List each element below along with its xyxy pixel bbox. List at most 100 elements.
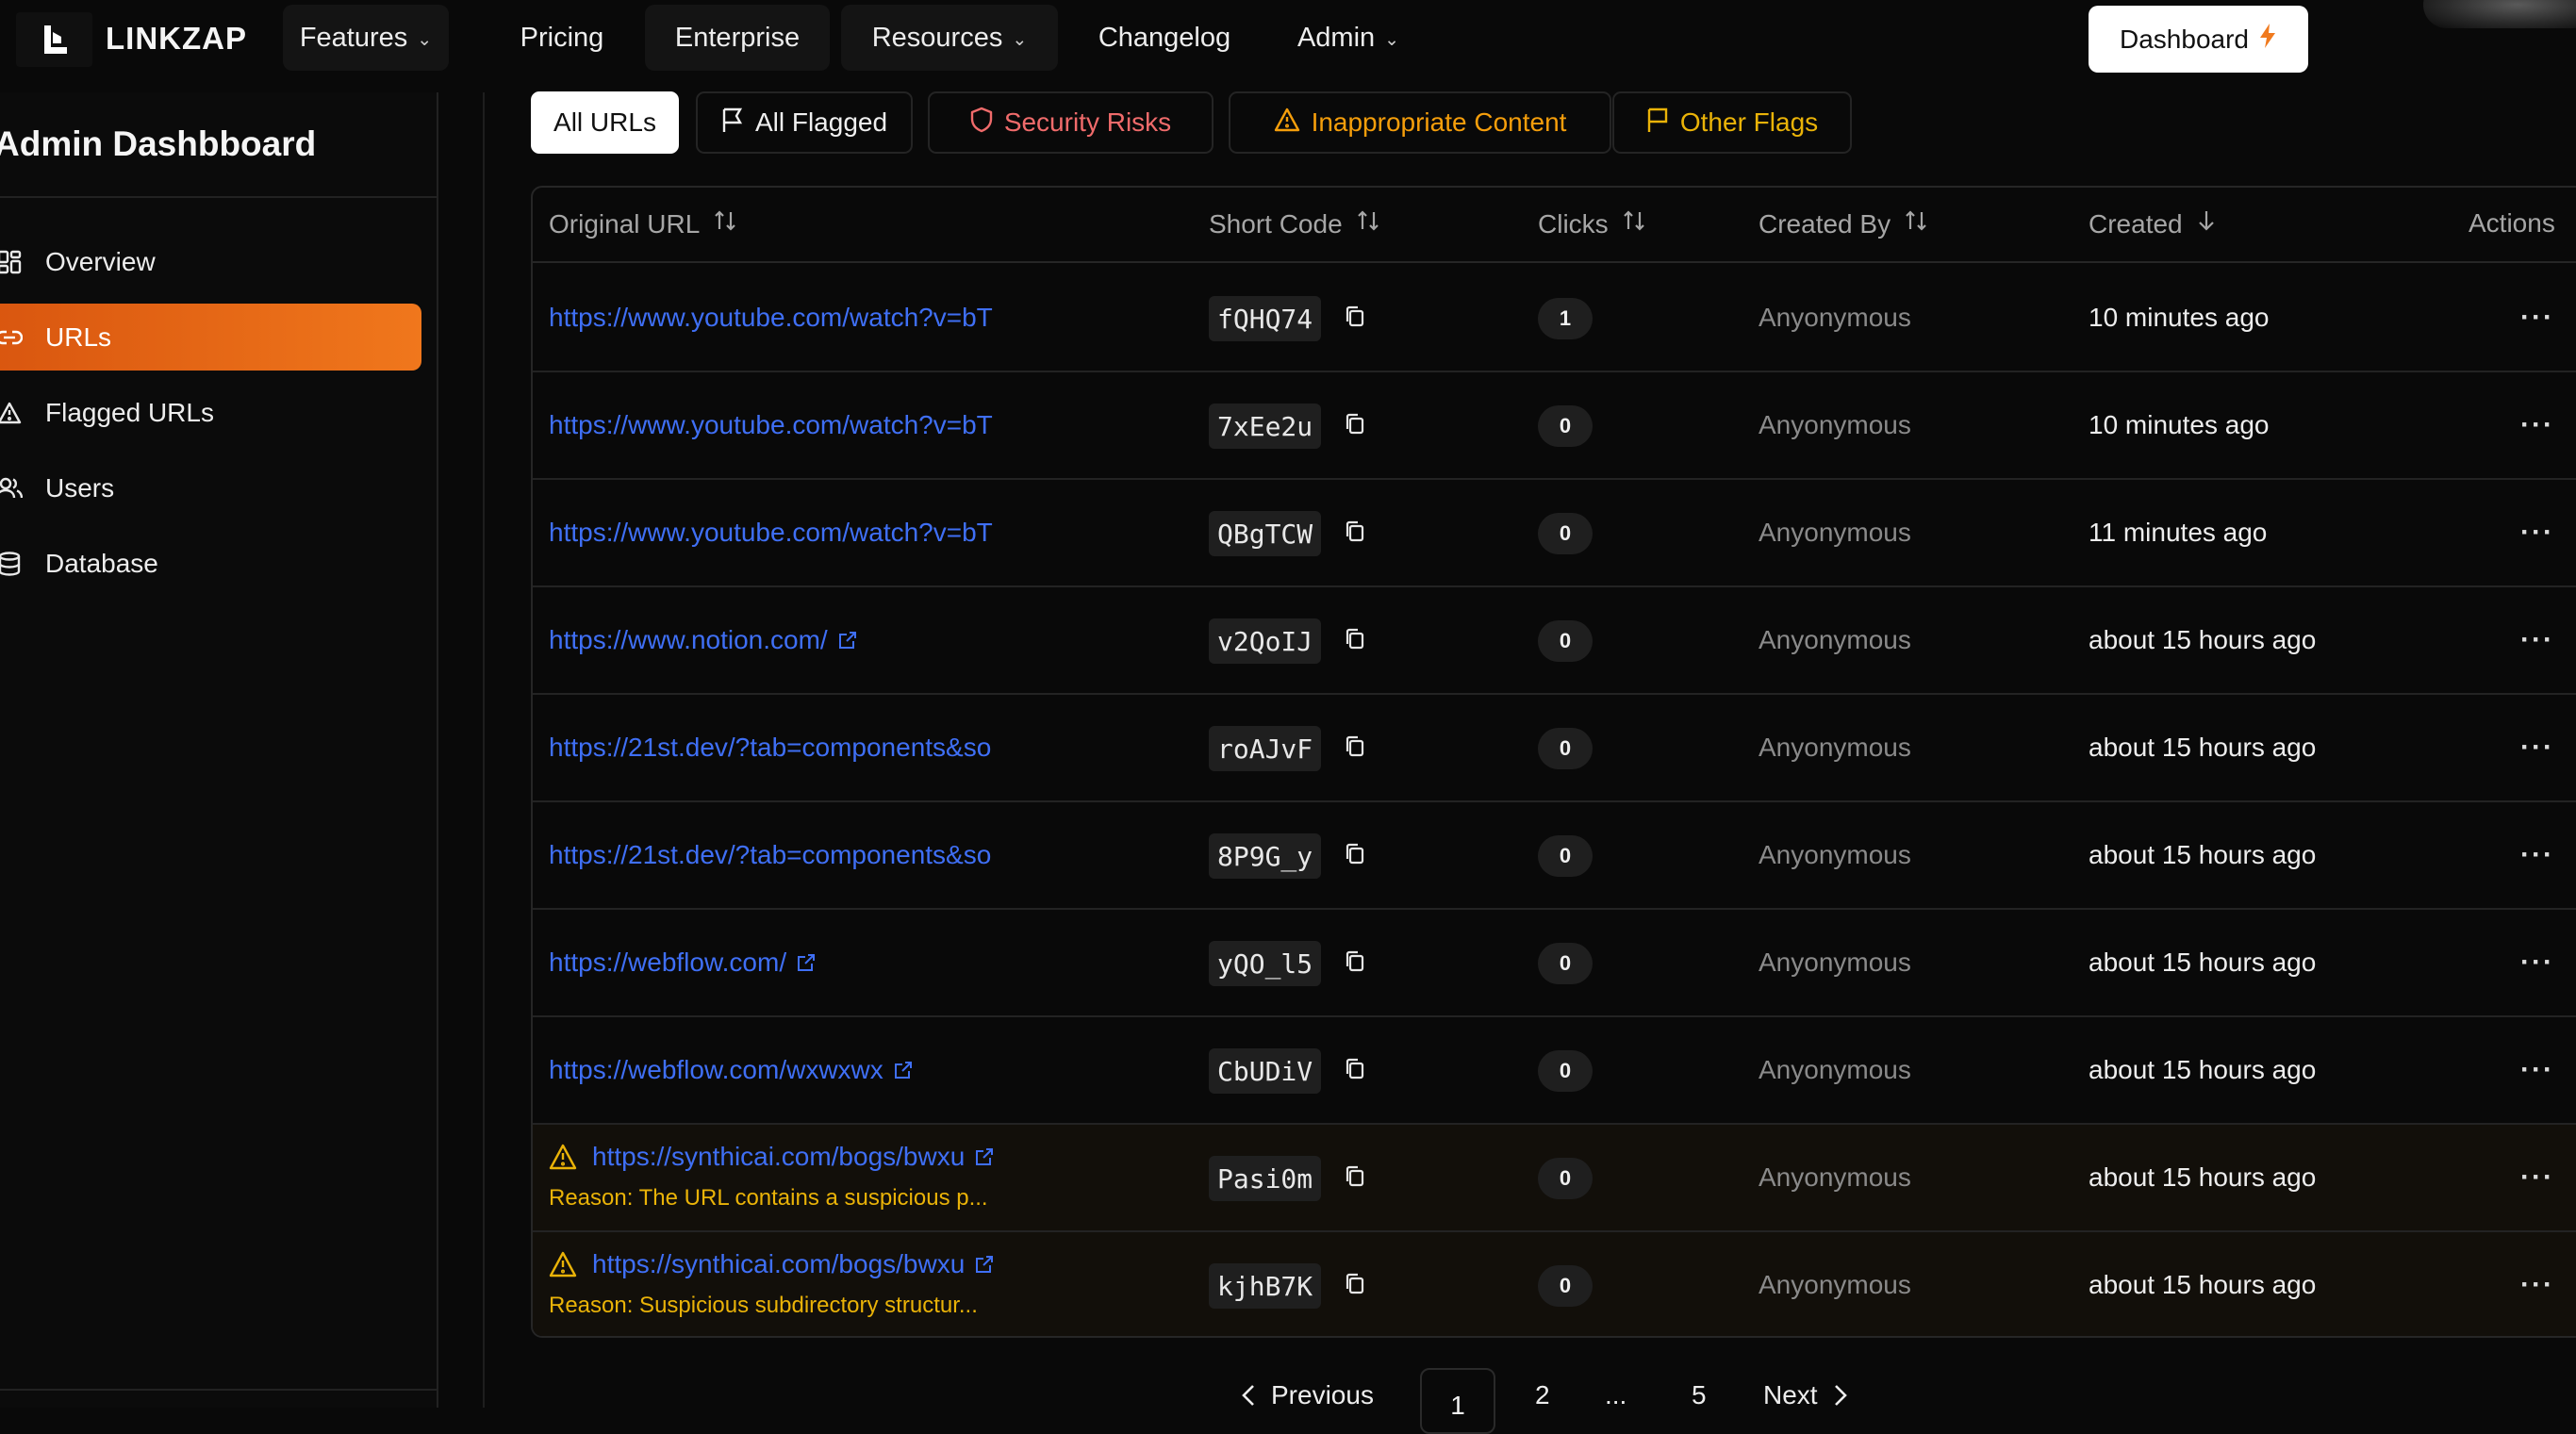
short-code: 7xEe2u: [1209, 404, 1322, 449]
nav-resources-label: Resources: [871, 22, 1003, 53]
more-actions-icon[interactable]: ···: [2520, 910, 2554, 1015]
sidebar-item-urls[interactable]: URLs: [0, 304, 421, 371]
nav-pricing[interactable]: Pricing: [500, 5, 624, 71]
pagination-page-5[interactable]: 5: [1692, 1367, 1707, 1424]
column-clicks[interactable]: Clicks: [1538, 208, 1646, 239]
original-url-link[interactable]: https://webflow.com/: [549, 948, 786, 978]
nav-features-label: Features: [299, 22, 408, 53]
original-url-link[interactable]: https://synthicai.com/bogs/bwxu: [592, 1142, 965, 1172]
nav-pricing-label: Pricing: [520, 22, 604, 53]
copy-icon[interactable]: [1344, 734, 1366, 759]
created-time: about 15 hours ago: [2089, 840, 2317, 869]
external-link-icon[interactable]: [893, 1060, 914, 1080]
copy-icon[interactable]: [1344, 949, 1366, 974]
original-url-link[interactable]: https://www.youtube.com/watch?v=bT: [549, 518, 993, 548]
pagination-page-1[interactable]: 1: [1420, 1368, 1495, 1434]
more-actions-icon[interactable]: ···: [2520, 265, 2554, 371]
more-actions-icon[interactable]: ···: [2520, 1232, 2554, 1336]
nav-enterprise[interactable]: Enterprise: [645, 5, 830, 71]
more-actions-icon[interactable]: ···: [2520, 802, 2554, 908]
created-by: Anyonymous: [1759, 303, 1911, 332]
created-time: 10 minutes ago: [2089, 303, 2270, 332]
external-link-icon[interactable]: [974, 1254, 995, 1275]
tab-all-flagged-label: All Flagged: [754, 107, 888, 137]
sort-icon: [1904, 208, 1928, 239]
dashboard-button-label: Dashboard: [2120, 24, 2249, 54]
sidebar-item-overview[interactable]: Overview: [0, 228, 421, 295]
original-url-link[interactable]: https://www.notion.com/: [549, 625, 828, 655]
original-url-cell: https://21st.dev/?tab=components&so: [549, 695, 991, 800]
short-code: yQO_l5: [1209, 941, 1322, 986]
original-url-cell: https://www.notion.com/: [549, 587, 858, 693]
more-actions-icon[interactable]: ···: [2520, 1125, 2554, 1230]
table-row: https://21st.dev/?tab=components&so 8P9G_…: [533, 802, 2576, 910]
column-original-url[interactable]: Original URL: [549, 208, 737, 239]
original-url-link[interactable]: https://www.youtube.com/watch?v=bT: [549, 410, 993, 440]
more-actions-icon[interactable]: ···: [2520, 587, 2554, 693]
column-created[interactable]: Created: [2089, 208, 2217, 239]
sidebar-item-database[interactable]: Database: [0, 530, 421, 597]
copy-icon[interactable]: [1344, 519, 1366, 544]
external-link-icon[interactable]: [974, 1146, 995, 1167]
sidebar-item-users[interactable]: Users: [0, 454, 421, 521]
tab-all-urls[interactable]: All URLs: [531, 91, 679, 154]
short-code: CbUDiV: [1209, 1048, 1322, 1094]
table-row: https://webflow.com/yQO_l5 0 Anyonymous abo…: [533, 910, 2576, 1017]
user-avatar[interactable]: [2423, 0, 2576, 28]
original-url-link[interactable]: https://www.youtube.com/watch?v=bT: [549, 303, 993, 333]
warning-triangle-icon: [549, 1144, 577, 1170]
sidebar-item-label: Users: [45, 472, 115, 503]
copy-icon[interactable]: [1344, 1272, 1366, 1296]
original-url-link[interactable]: https://webflow.com/wxwxwx: [549, 1055, 883, 1085]
copy-icon[interactable]: [1344, 627, 1366, 651]
more-actions-icon[interactable]: ···: [2520, 372, 2554, 478]
original-url-link[interactable]: https://21st.dev/?tab=components&so: [549, 733, 991, 763]
warning-triangle-icon: [1274, 107, 1300, 139]
external-link-icon[interactable]: [837, 630, 858, 651]
created-by: Anyonymous: [1759, 733, 1911, 762]
nav-admin[interactable]: Admin ⌄: [1282, 5, 1414, 71]
more-actions-icon[interactable]: ···: [2520, 1017, 2554, 1123]
tab-other-flags[interactable]: Other Flags: [1612, 91, 1852, 154]
pagination-previous[interactable]: Previous: [1241, 1367, 1374, 1424]
click-count-badge: 0: [1538, 1158, 1593, 1199]
dashboard-button[interactable]: Dashboard: [2089, 6, 2308, 73]
tab-inappropriate-content[interactable]: Inappropriate Content: [1229, 91, 1611, 154]
nav-features[interactable]: Features ⌄: [283, 5, 449, 71]
copy-icon[interactable]: [1344, 412, 1366, 437]
nav-resources[interactable]: Resources ⌄: [841, 5, 1058, 71]
sort-icon: [1622, 208, 1646, 239]
original-url-link[interactable]: https://21st.dev/?tab=components&so: [549, 840, 991, 870]
brand-name[interactable]: LINKZAP: [106, 21, 247, 57]
click-count-badge: 0: [1538, 943, 1593, 984]
short-code: kjhB7K: [1209, 1263, 1322, 1309]
column-label: Created: [2089, 208, 2183, 239]
copy-icon[interactable]: [1344, 1164, 1366, 1189]
warning-triangle-icon: [0, 402, 28, 424]
pagination-next[interactable]: Next: [1763, 1367, 1848, 1424]
more-actions-icon[interactable]: ···: [2520, 480, 2554, 585]
external-link-icon[interactable]: [796, 952, 817, 973]
column-short-code[interactable]: Short Code: [1209, 208, 1380, 239]
table-row: https://www.youtube.com/watch?v=bT 7xEe2u…: [533, 372, 2576, 480]
created-time: about 15 hours ago: [2089, 1270, 2317, 1299]
tab-other-flags-label: Other Flags: [1679, 107, 1819, 137]
copy-icon[interactable]: [1344, 1057, 1366, 1081]
column-label: Clicks: [1538, 208, 1609, 239]
original-url-link[interactable]: https://synthicai.com/bogs/bwxu: [592, 1249, 965, 1279]
tab-security-risks[interactable]: Security Risks: [928, 91, 1214, 154]
click-count-badge: 0: [1538, 835, 1593, 877]
nav-admin-label: Admin: [1296, 22, 1376, 53]
nav-changelog[interactable]: Changelog: [1084, 5, 1245, 71]
column-created-by[interactable]: Created By: [1759, 208, 1928, 239]
tab-all-flagged[interactable]: All Flagged: [696, 91, 913, 154]
logo-icon[interactable]: [16, 12, 92, 67]
copy-icon[interactable]: [1344, 842, 1366, 866]
sidebar-item-flagged-urls[interactable]: Flagged URLs: [0, 379, 421, 446]
page-number: 2: [1535, 1380, 1550, 1409]
created-time: about 15 hours ago: [2089, 1055, 2317, 1084]
more-actions-icon[interactable]: ···: [2520, 695, 2554, 800]
created-by: Anyonymous: [1759, 840, 1911, 869]
copy-icon[interactable]: [1344, 305, 1366, 329]
pagination-page-2[interactable]: 2: [1535, 1367, 1550, 1424]
